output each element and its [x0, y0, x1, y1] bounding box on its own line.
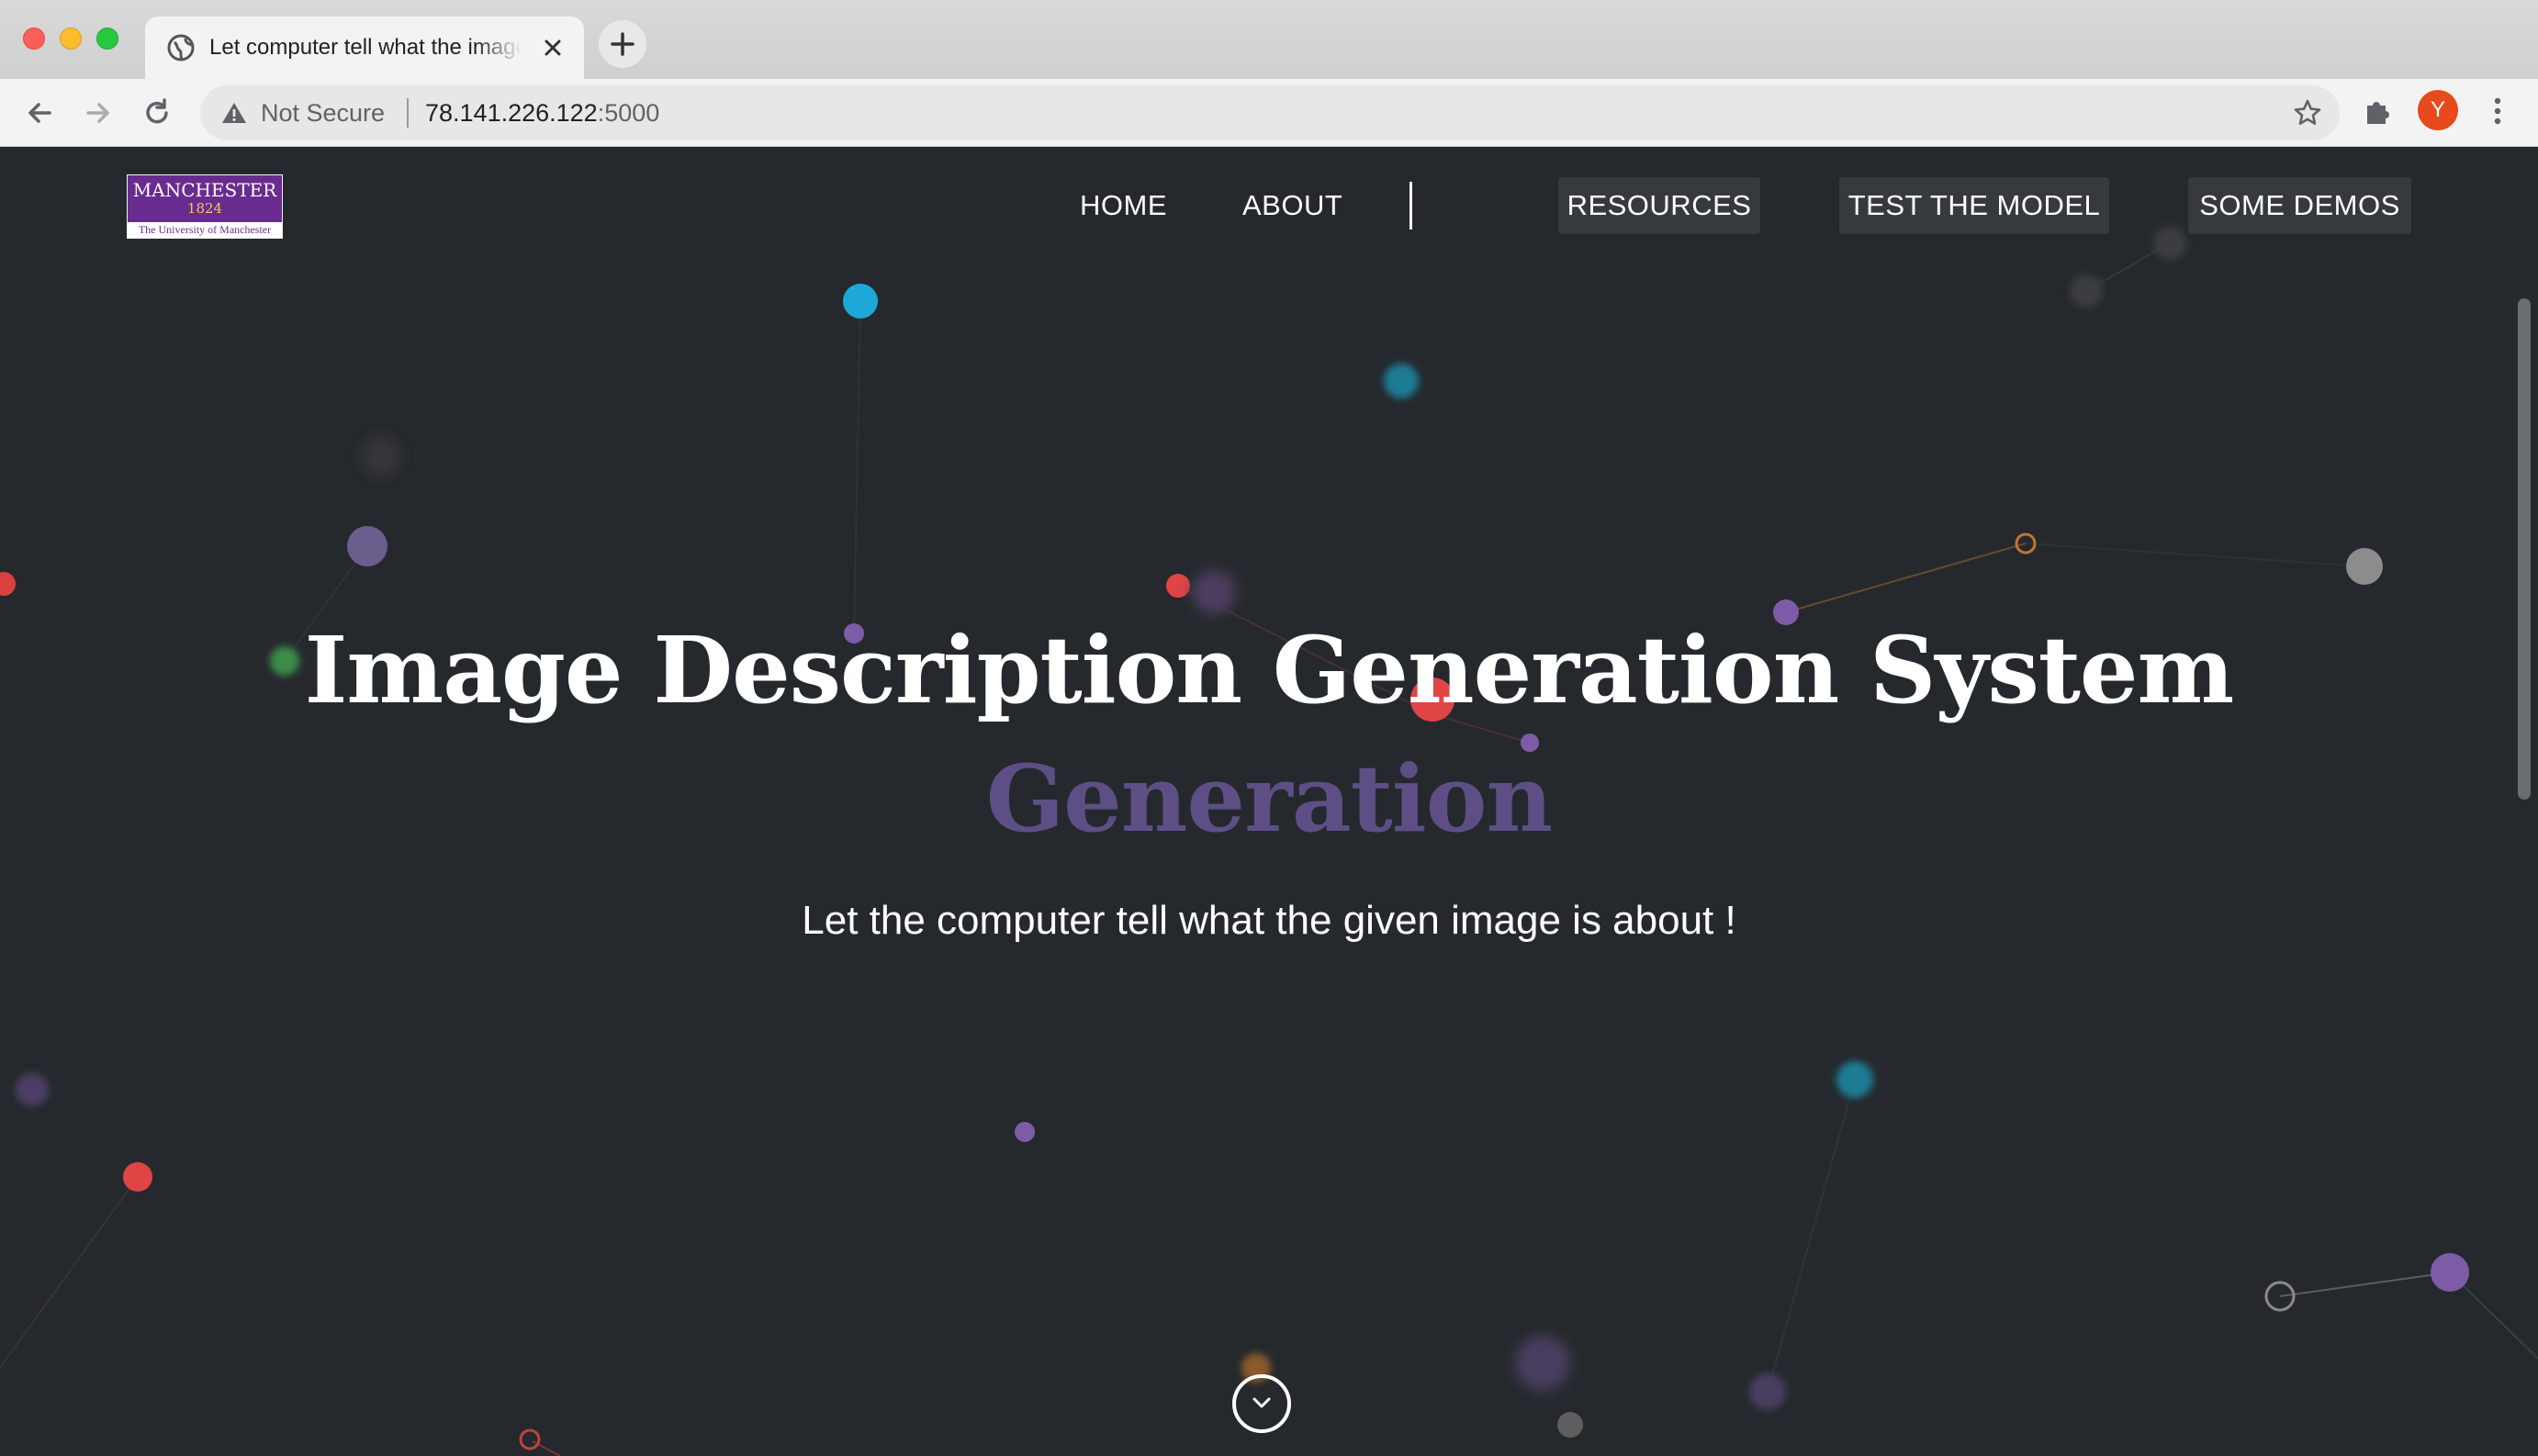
new-tab-button[interactable]: [599, 20, 646, 68]
tab-title: Let computer tell what the image is abou…: [209, 35, 522, 60]
puzzle-icon[interactable]: [2362, 95, 2395, 128]
nav-demos-button[interactable]: SOME DEMOS: [2188, 177, 2411, 234]
logo-year: 1824: [186, 200, 223, 217]
page-scrollbar[interactable]: [2518, 298, 2531, 800]
scroll-down-button[interactable]: [1232, 1374, 1291, 1433]
hero-title: Image Description Generation System: [304, 616, 2235, 724]
reload-icon[interactable]: [140, 95, 174, 130]
nav-about-link[interactable]: ABOUT: [1242, 177, 1342, 234]
nav-home-link[interactable]: HOME: [1080, 177, 1167, 234]
address-bar[interactable]: Not Secure 78.141.226.122:5000: [200, 85, 2340, 140]
nav-test-model-button[interactable]: TEST THE MODEL: [1839, 177, 2109, 234]
address-divider: [407, 98, 409, 128]
globe-icon: [167, 34, 195, 62]
browser-tab-strip: Let computer tell what the image is abou…: [0, 0, 2538, 79]
not-secure-label[interactable]: Not Secure: [261, 85, 385, 140]
hero-typed-word: Generation: [985, 745, 1553, 853]
kebab-menu-icon[interactable]: [2485, 94, 2510, 129]
window-maximize-button[interactable]: [96, 28, 118, 50]
url-text[interactable]: 78.141.226.122:5000: [425, 85, 659, 140]
star-icon[interactable]: [2292, 97, 2323, 129]
url-host: 78.141.226.122: [425, 99, 598, 127]
logo-name: MANCHESTER: [132, 179, 277, 201]
forward-icon[interactable]: [81, 95, 116, 130]
warning-icon[interactable]: [220, 100, 248, 126]
window-close-button[interactable]: [23, 28, 45, 50]
browser-toolbar: Not Secure 78.141.226.122:5000: [0, 79, 2538, 147]
hero-subtitle: Let the computer tell what the given ima…: [802, 898, 1736, 943]
browser-tab[interactable]: Let computer tell what the image is abou…: [145, 17, 584, 79]
logo-subtitle: The University of Manchester: [128, 222, 282, 238]
plus-icon: [611, 32, 634, 56]
nav-divider: [1409, 182, 1412, 230]
url-port: :5000: [597, 99, 660, 127]
nav-resources-button[interactable]: RESOURCES: [1558, 177, 1760, 234]
close-icon[interactable]: [540, 35, 566, 61]
chevron-down-icon: [1252, 1397, 1271, 1408]
back-icon[interactable]: [22, 95, 57, 130]
profile-avatar[interactable]: Y: [2418, 90, 2458, 130]
hero-section: MANCHESTER 1824 The University of Manche…: [0, 147, 2538, 1456]
university-logo[interactable]: MANCHESTER 1824 The University of Manche…: [127, 174, 283, 239]
window-minimize-button[interactable]: [60, 28, 82, 50]
